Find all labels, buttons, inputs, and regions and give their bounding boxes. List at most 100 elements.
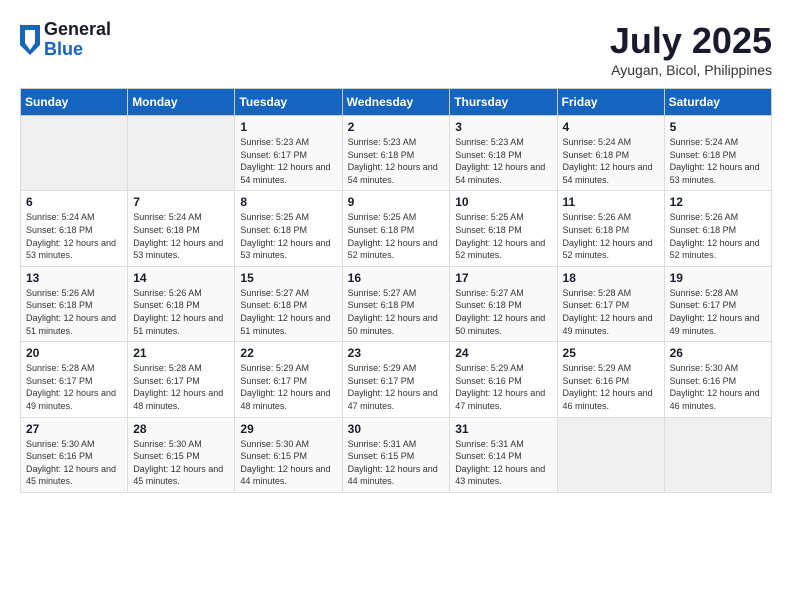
calendar-cell: [664, 417, 771, 492]
day-number: 6: [26, 195, 122, 209]
calendar-cell: 17 Sunrise: 5:27 AM Sunset: 6:18 PM Dayli…: [450, 266, 557, 341]
day-info: Sunrise: 5:31 AM Sunset: 6:15 PM Dayligh…: [348, 438, 445, 488]
calendar-cell: 9Sunrise: 5:25 AM Sunset: 6:18 PM Daylig…: [342, 191, 450, 266]
day-info: Sunrise: 5:24 AM Sunset: 6:18 PM Dayligh…: [26, 211, 122, 261]
calendar-cell: 13 Sunrise: 5:26 AM Sunset: 6:18 PM Dayli…: [21, 266, 128, 341]
calendar-cell: 11Sunrise: 5:26 AM Sunset: 6:18 PM Dayli…: [557, 191, 664, 266]
day-info: Sunrise: 5:24 AM Sunset: 6:18 PM Dayligh…: [133, 211, 229, 261]
day-info: Sunrise: 5:30 AM Sunset: 6:15 PM Dayligh…: [133, 438, 229, 488]
day-number: 8: [240, 195, 336, 209]
day-number: 14: [133, 271, 229, 285]
calendar-cell: 18 Sunrise: 5:28 AM Sunset: 6:17 PM Dayli…: [557, 266, 664, 341]
calendar-cell: [557, 417, 664, 492]
week-row-1: 1 Sunrise: 5:23 AM Sunset: 6:17 PM Daylig…: [21, 116, 772, 191]
calendar-cell: 19 Sunrise: 5:28 AM Sunset: 6:17 PM Dayli…: [664, 266, 771, 341]
page-header: General Blue July 2025 Ayugan, Bicol, Ph…: [20, 20, 772, 78]
day-number: 13: [26, 271, 122, 285]
calendar: SundayMondayTuesdayWednesdayThursdayFrid…: [20, 88, 772, 493]
calendar-cell: 15 Sunrise: 5:27 AM Sunset: 6:18 PM Dayli…: [235, 266, 342, 341]
logo-blue: Blue: [44, 40, 111, 60]
logo: General Blue: [20, 20, 111, 60]
weekday-header-thursday: Thursday: [450, 89, 557, 116]
logo-text: General Blue: [44, 20, 111, 60]
calendar-cell: 22 Sunrise: 5:29 AM Sunset: 6:17 PM Dayli…: [235, 342, 342, 417]
weekday-header-tuesday: Tuesday: [235, 89, 342, 116]
day-info: Sunrise: 5:27 AM Sunset: 6:18 PM Dayligh…: [455, 287, 551, 337]
calendar-cell: 12 Sunrise: 5:26 AM Sunset: 6:18 PM Dayli…: [664, 191, 771, 266]
day-number: 31: [455, 422, 551, 436]
day-info: Sunrise: 5:29 AM Sunset: 6:17 PM Dayligh…: [348, 362, 445, 412]
day-number: 24: [455, 346, 551, 360]
day-number: 21: [133, 346, 229, 360]
day-number: 27: [26, 422, 122, 436]
calendar-cell: 23Sunrise: 5:29 AM Sunset: 6:17 PM Dayli…: [342, 342, 450, 417]
day-number: 16: [348, 271, 445, 285]
day-info: Sunrise: 5:30 AM Sunset: 6:16 PM Dayligh…: [26, 438, 122, 488]
calendar-cell: 7Sunrise: 5:24 AM Sunset: 6:18 PM Daylig…: [128, 191, 235, 266]
calendar-cell: 24Sunrise: 5:29 AM Sunset: 6:16 PM Dayli…: [450, 342, 557, 417]
weekday-header-saturday: Saturday: [664, 89, 771, 116]
day-info: Sunrise: 5:26 AM Sunset: 6:18 PM Dayligh…: [563, 211, 659, 261]
calendar-cell: 14 Sunrise: 5:26 AM Sunset: 6:18 PM Dayli…: [128, 266, 235, 341]
logo-icon: [20, 25, 40, 55]
day-info: Sunrise: 5:30 AM Sunset: 6:15 PM Dayligh…: [240, 438, 336, 488]
day-info: Sunrise: 5:30 AM Sunset: 6:16 PM Dayligh…: [670, 362, 766, 412]
weekday-header-wednesday: Wednesday: [342, 89, 450, 116]
calendar-cell: 27 Sunrise: 5:30 AM Sunset: 6:16 PM Dayli…: [21, 417, 128, 492]
calendar-cell: 6 Sunrise: 5:24 AM Sunset: 6:18 PM Daylig…: [21, 191, 128, 266]
calendar-cell: 5Sunrise: 5:24 AM Sunset: 6:18 PM Daylig…: [664, 116, 771, 191]
calendar-cell: 20Sunrise: 5:28 AM Sunset: 6:17 PM Dayli…: [21, 342, 128, 417]
day-number: 26: [670, 346, 766, 360]
day-info: Sunrise: 5:25 AM Sunset: 6:18 PM Dayligh…: [455, 211, 551, 261]
day-info: Sunrise: 5:26 AM Sunset: 6:18 PM Dayligh…: [133, 287, 229, 337]
calendar-cell: 10Sunrise: 5:25 AM Sunset: 6:18 PM Dayli…: [450, 191, 557, 266]
day-info: Sunrise: 5:27 AM Sunset: 6:18 PM Dayligh…: [348, 287, 445, 337]
day-number: 9: [348, 195, 445, 209]
calendar-cell: 16 Sunrise: 5:27 AM Sunset: 6:18 PM Dayli…: [342, 266, 450, 341]
calendar-cell: 31 Sunrise: 5:31 AM Sunset: 6:14 PM Dayli…: [450, 417, 557, 492]
day-info: Sunrise: 5:23 AM Sunset: 6:18 PM Dayligh…: [455, 136, 551, 186]
day-number: 30: [348, 422, 445, 436]
calendar-cell: 3 Sunrise: 5:23 AM Sunset: 6:18 PM Daylig…: [450, 116, 557, 191]
calendar-cell: 29Sunrise: 5:30 AM Sunset: 6:15 PM Dayli…: [235, 417, 342, 492]
calendar-body: 1 Sunrise: 5:23 AM Sunset: 6:17 PM Daylig…: [21, 116, 772, 493]
day-number: 2: [348, 120, 445, 134]
calendar-header: SundayMondayTuesdayWednesdayThursdayFrid…: [21, 89, 772, 116]
weekday-header-sunday: Sunday: [21, 89, 128, 116]
day-info: Sunrise: 5:31 AM Sunset: 6:14 PM Dayligh…: [455, 438, 551, 488]
day-info: Sunrise: 5:23 AM Sunset: 6:17 PM Dayligh…: [240, 136, 336, 186]
day-number: 17: [455, 271, 551, 285]
day-number: 15: [240, 271, 336, 285]
day-info: Sunrise: 5:28 AM Sunset: 6:17 PM Dayligh…: [133, 362, 229, 412]
calendar-cell: 30 Sunrise: 5:31 AM Sunset: 6:15 PM Dayli…: [342, 417, 450, 492]
day-info: Sunrise: 5:24 AM Sunset: 6:18 PM Dayligh…: [563, 136, 659, 186]
title-block: July 2025 Ayugan, Bicol, Philippines: [610, 20, 772, 78]
day-info: Sunrise: 5:26 AM Sunset: 6:18 PM Dayligh…: [670, 211, 766, 261]
day-number: 19: [670, 271, 766, 285]
weekday-row: SundayMondayTuesdayWednesdayThursdayFrid…: [21, 89, 772, 116]
day-number: 1: [240, 120, 336, 134]
day-info: Sunrise: 5:28 AM Sunset: 6:17 PM Dayligh…: [563, 287, 659, 337]
calendar-cell: 25Sunrise: 5:29 AM Sunset: 6:16 PM Dayli…: [557, 342, 664, 417]
day-info: Sunrise: 5:28 AM Sunset: 6:17 PM Dayligh…: [26, 362, 122, 412]
calendar-cell: 28 Sunrise: 5:30 AM Sunset: 6:15 PM Dayli…: [128, 417, 235, 492]
day-info: Sunrise: 5:28 AM Sunset: 6:17 PM Dayligh…: [670, 287, 766, 337]
day-info: Sunrise: 5:26 AM Sunset: 6:18 PM Dayligh…: [26, 287, 122, 337]
day-number: 3: [455, 120, 551, 134]
week-row-5: 27 Sunrise: 5:30 AM Sunset: 6:16 PM Dayli…: [21, 417, 772, 492]
day-number: 22: [240, 346, 336, 360]
day-number: 12: [670, 195, 766, 209]
month-title: July 2025: [610, 20, 772, 62]
day-number: 18: [563, 271, 659, 285]
day-info: Sunrise: 5:27 AM Sunset: 6:18 PM Dayligh…: [240, 287, 336, 337]
week-row-2: 6 Sunrise: 5:24 AM Sunset: 6:18 PM Daylig…: [21, 191, 772, 266]
calendar-cell: 8Sunrise: 5:25 AM Sunset: 6:18 PM Daylig…: [235, 191, 342, 266]
day-number: 28: [133, 422, 229, 436]
calendar-cell: 1 Sunrise: 5:23 AM Sunset: 6:17 PM Daylig…: [235, 116, 342, 191]
calendar-cell: 21 Sunrise: 5:28 AM Sunset: 6:17 PM Dayli…: [128, 342, 235, 417]
week-row-4: 20Sunrise: 5:28 AM Sunset: 6:17 PM Dayli…: [21, 342, 772, 417]
calendar-cell: [128, 116, 235, 191]
weekday-header-friday: Friday: [557, 89, 664, 116]
week-row-3: 13 Sunrise: 5:26 AM Sunset: 6:18 PM Dayli…: [21, 266, 772, 341]
day-info: Sunrise: 5:29 AM Sunset: 6:17 PM Dayligh…: [240, 362, 336, 412]
